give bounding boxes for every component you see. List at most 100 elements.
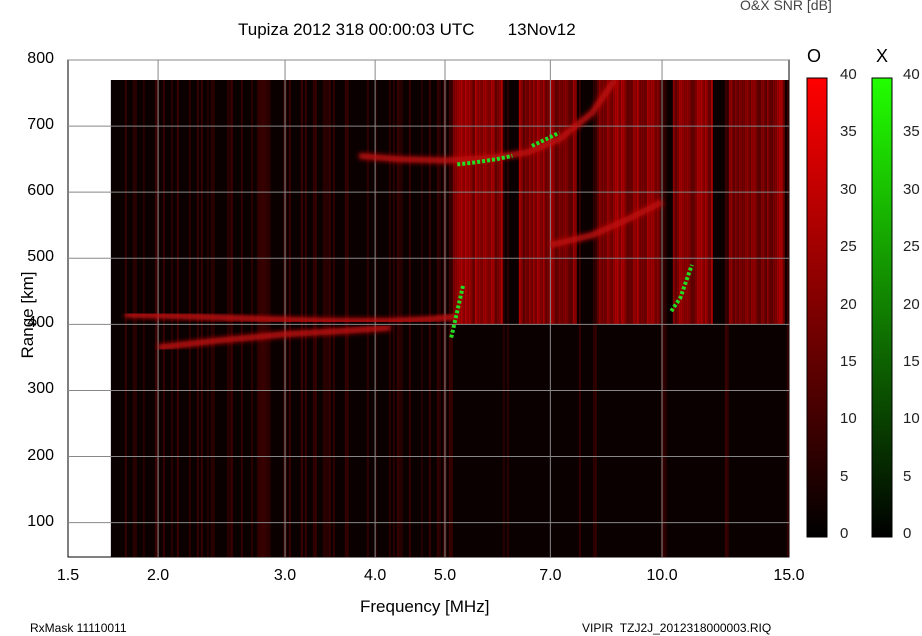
- heat-column: [732, 80, 735, 325]
- o-colorbar-tick: 15: [840, 353, 857, 370]
- heat-column: [648, 80, 651, 325]
- x-tick-label: 10.0: [646, 567, 678, 584]
- heat-column: [528, 80, 531, 325]
- heat-column: [618, 80, 621, 325]
- heat-column: [758, 80, 761, 325]
- x-tick-label: 5.0: [433, 567, 457, 584]
- heat-column: [518, 80, 521, 325]
- heat-column: [468, 80, 471, 325]
- x-colorbar-tick: 20: [903, 295, 920, 313]
- heat-column: [566, 80, 569, 325]
- y-tick-label: 300: [27, 380, 54, 398]
- heat-column: [602, 80, 605, 325]
- x-colorbar: [871, 77, 893, 538]
- heat-column: [624, 80, 627, 325]
- heat-column: [598, 80, 601, 325]
- heat-column: [536, 80, 539, 325]
- heat-column: [622, 80, 625, 325]
- heat-column: [600, 80, 603, 325]
- heat-column: [674, 80, 677, 325]
- ionogram: [67, 59, 893, 558]
- heat-column: [688, 80, 691, 325]
- heat-column: [500, 80, 503, 325]
- y-tick-label: 600: [27, 182, 54, 200]
- heat-column: [574, 80, 577, 325]
- heat-column: [630, 80, 633, 325]
- heat-column: [740, 80, 743, 325]
- heat-column: [774, 80, 777, 325]
- heat-column: [486, 80, 489, 325]
- heat-column: [780, 80, 783, 325]
- heat-column: [606, 80, 609, 325]
- heat-column: [470, 80, 473, 325]
- heat-column: [552, 80, 555, 325]
- heat-column: [578, 80, 581, 557]
- heat-column: [466, 80, 469, 325]
- heat-column: [782, 80, 785, 325]
- rx-mask-label: RxMask 11110011: [30, 621, 127, 635]
- heat-column: [776, 80, 779, 325]
- heat-column: [752, 80, 755, 325]
- heat-column: [484, 80, 487, 325]
- heat-column: [124, 80, 127, 557]
- heat-column: [736, 80, 739, 325]
- heat-column: [526, 80, 529, 325]
- heat-column: [456, 80, 459, 325]
- heat-column: [494, 80, 497, 325]
- heat-column: [556, 80, 559, 325]
- heat-column: [726, 80, 729, 557]
- heat-column: [692, 80, 695, 325]
- heat-column: [616, 80, 619, 325]
- heat-column: [708, 80, 711, 325]
- heat-column: [540, 80, 543, 325]
- heat-column: [686, 80, 689, 325]
- heat-column: [568, 80, 571, 325]
- heat-column: [596, 80, 599, 325]
- heat-column: [632, 80, 635, 325]
- x-tick-label: 4.0: [363, 567, 387, 584]
- heat-column: [558, 80, 561, 325]
- heat-column: [768, 80, 771, 325]
- x-colorbar-tick: 5: [903, 467, 912, 485]
- heat-column: [544, 80, 547, 325]
- x-colorbar-tick: 30: [903, 180, 920, 198]
- heat-column: [764, 80, 767, 325]
- heat-column: [562, 80, 565, 325]
- o-colorbar-tick: 5: [840, 467, 849, 485]
- heat-column: [646, 80, 649, 325]
- heat-column: [532, 80, 535, 325]
- heat-column: [626, 80, 629, 325]
- heat-column: [652, 80, 655, 325]
- heat-column: [464, 80, 467, 325]
- heat-column: [672, 80, 675, 325]
- heat-column: [570, 80, 573, 325]
- heat-column: [766, 80, 769, 325]
- heat-column: [520, 80, 523, 325]
- heat-column: [524, 80, 527, 325]
- heat-column: [756, 80, 759, 325]
- heat-column: [734, 80, 737, 325]
- y-tick-label: 700: [27, 116, 54, 134]
- x-colorbar-tick: 15: [903, 353, 920, 370]
- x-colorbar-tick: 25: [903, 238, 920, 256]
- heat-column: [678, 80, 681, 325]
- heat-column: [738, 80, 741, 325]
- x-tick-label: 2.0: [146, 567, 170, 584]
- heat-column: [704, 80, 707, 325]
- o-colorbar-tick: 40: [840, 66, 857, 83]
- heat-column: [482, 80, 485, 325]
- heat-column: [746, 80, 749, 325]
- heat-column: [572, 80, 575, 325]
- o-colorbar-tick: 35: [840, 123, 857, 141]
- heat-column: [502, 80, 505, 557]
- y-axis-label: Range [km]: [18, 271, 37, 359]
- heat-column: [706, 80, 709, 325]
- heat-column: [476, 80, 479, 325]
- heat-column: [700, 80, 703, 325]
- heat-column: [608, 80, 611, 325]
- heat-column: [506, 80, 509, 557]
- heat-column: [730, 80, 733, 325]
- heat-column: [538, 80, 541, 325]
- heat-column: [542, 80, 545, 325]
- heat-column: [696, 80, 699, 325]
